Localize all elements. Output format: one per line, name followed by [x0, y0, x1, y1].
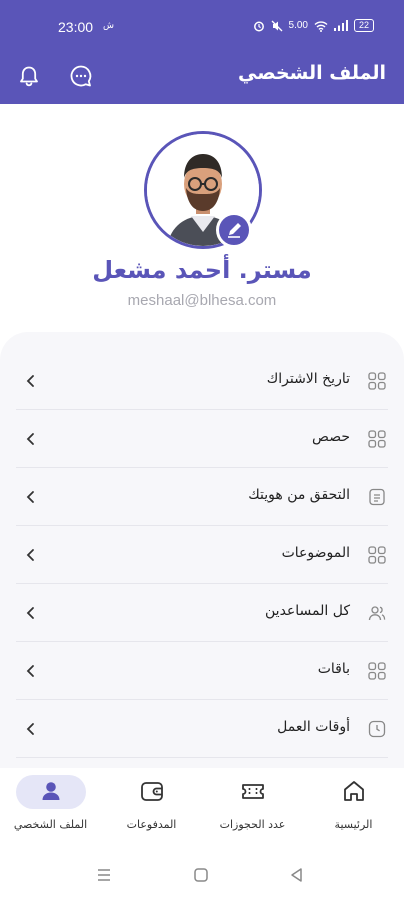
profile-name: مستر. أحمد مشعل: [92, 256, 312, 284]
document-icon: [369, 488, 385, 506]
nav-item-label: الملف الشخصي: [13, 818, 88, 831]
status-bar: 23:00 ش 5.00 22: [0, 0, 404, 50]
user-icon: [42, 782, 59, 800]
nav-item-label: عدد الحجوزات: [219, 818, 286, 831]
chevron-left-icon: [26, 491, 34, 503]
chevron-left-icon: [26, 549, 34, 561]
bottom-nav: الملف الشخصي المدفوعات عدد الحجوزات الرئ…: [0, 768, 404, 842]
ticket-icon: [241, 784, 264, 799]
wifi-icon: [314, 20, 328, 32]
grid-icon: [368, 430, 386, 448]
nav-item-home[interactable]: الرئيسية: [303, 768, 404, 842]
back-icon[interactable]: [288, 866, 306, 884]
mute-icon: [271, 20, 282, 31]
clock-icon: [368, 720, 386, 738]
users-icon: [368, 606, 386, 621]
menu-item-label: الموضوعات: [281, 545, 350, 561]
chevron-left-icon: [26, 607, 34, 619]
profile-email: meshaal@blhesa.com: [127, 292, 277, 309]
menu-item-label: باقات: [317, 661, 350, 677]
home-button-icon[interactable]: [192, 866, 210, 884]
menu-item-label: حصص: [312, 429, 350, 445]
nav-item-payments[interactable]: المدفوعات: [101, 768, 202, 842]
signal-icon: [333, 20, 348, 31]
chevron-left-icon: [26, 665, 34, 677]
home-icon: [343, 781, 364, 801]
menu-item-label: كل المساعدين: [265, 603, 350, 619]
chevron-left-icon: [26, 433, 34, 445]
chevron-left-icon: [26, 723, 34, 735]
nav-item-label: المدفوعات: [126, 818, 177, 831]
page-title: الملف الشخصي: [237, 62, 386, 84]
notification-icon: ش: [103, 21, 114, 31]
nav-item-profile[interactable]: الملف الشخصي: [0, 768, 101, 842]
nav-item-bookings[interactable]: عدد الحجوزات: [202, 768, 303, 842]
chevron-left-icon: [26, 375, 34, 387]
recent-apps-icon[interactable]: [95, 866, 113, 884]
settings-menu: تاريخ الاشتراك حصص التحقق من هويتك الموض…: [0, 332, 404, 768]
menu-item-working-hours[interactable]: أوقات العمل: [16, 700, 388, 758]
menu-item-label: تاريخ الاشتراك: [266, 371, 350, 387]
menu-item-sessions[interactable]: حصص: [16, 410, 388, 468]
alarm-icon: [253, 21, 264, 31]
battery-indicator: 22: [353, 19, 374, 32]
menu-item-topics[interactable]: الموضوعات: [16, 526, 388, 584]
edit-avatar-button[interactable]: [216, 212, 252, 248]
menu-item-all-assistants[interactable]: كل المساعدين: [16, 584, 388, 642]
grid-icon: [368, 662, 386, 680]
system-navigation-bar: [0, 842, 404, 900]
pen-icon: [228, 223, 241, 238]
menu-item-packages[interactable]: باقات: [16, 642, 388, 700]
menu-item-subscription-history[interactable]: تاريخ الاشتراك: [16, 352, 388, 410]
grid-icon: [368, 372, 386, 390]
status-indicators: 5.00 22: [253, 19, 374, 32]
menu-item-label: أوقات العمل: [277, 719, 350, 735]
status-time: 23:00: [58, 19, 94, 35]
app-bar: الملف الشخصي: [0, 50, 404, 104]
wallet-icon: [140, 782, 163, 801]
menu-item-label: التحقق من هويتك: [248, 487, 350, 503]
network-speed: 5.00: [288, 20, 308, 31]
bell-icon[interactable]: [16, 63, 42, 89]
grid-icon: [368, 546, 386, 564]
menu-item-verify-identity[interactable]: التحقق من هويتك: [16, 468, 388, 526]
chat-icon[interactable]: [68, 63, 94, 89]
nav-item-label: الرئيسية: [334, 818, 373, 831]
